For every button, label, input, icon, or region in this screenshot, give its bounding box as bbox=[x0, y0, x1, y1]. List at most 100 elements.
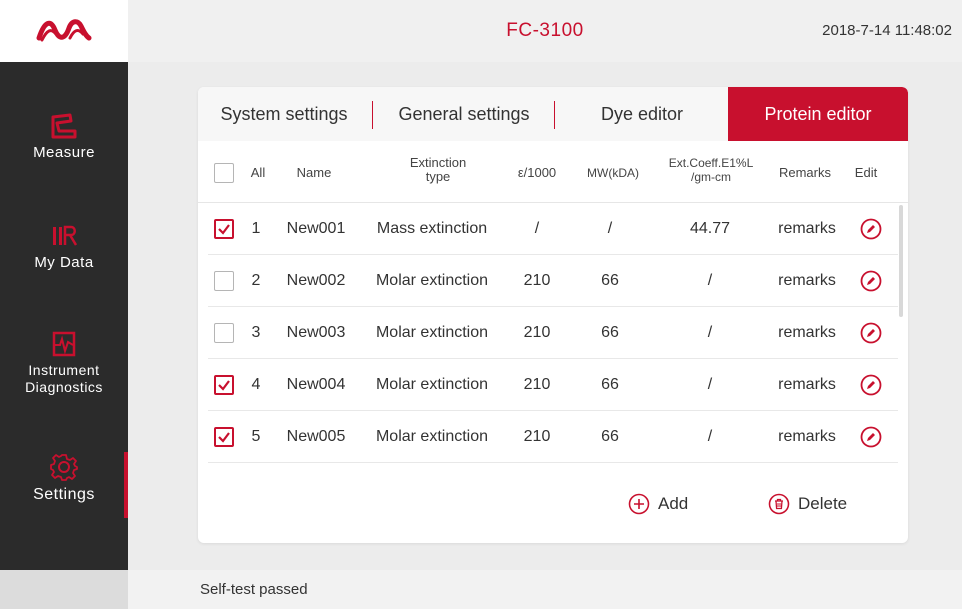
row-checkbox[interactable] bbox=[214, 271, 234, 291]
row-name: New001 bbox=[286, 220, 346, 237]
row-index: 2 bbox=[251, 272, 261, 289]
table-footer: Add Delete bbox=[198, 465, 908, 543]
row-type: Molar extinction bbox=[375, 324, 489, 341]
edit-icon[interactable] bbox=[860, 218, 882, 240]
edit-icon[interactable] bbox=[860, 322, 882, 344]
status-bar-left-block bbox=[0, 570, 128, 609]
my-data-icon bbox=[53, 225, 78, 246]
row-mw: 66 bbox=[601, 376, 619, 393]
brand-logo-icon bbox=[36, 19, 92, 42]
brand-logo bbox=[0, 0, 128, 62]
settings-panel: System settings General settings Dye edi… bbox=[198, 87, 908, 543]
header-edit: Edit bbox=[854, 165, 878, 180]
sidebar-item-diagnostics[interactable]: Instrument Diagnostics bbox=[0, 330, 128, 396]
add-label: Add bbox=[658, 494, 689, 513]
tab-protein-editor[interactable]: Protein editor bbox=[728, 87, 908, 141]
row-ext-coeff: 44.77 bbox=[689, 220, 731, 237]
sidebar-item-label: Measure bbox=[33, 144, 95, 161]
table-row[interactable]: 4 New004 Molar extinction 210 66 / remar… bbox=[208, 359, 898, 411]
table-row[interactable]: 3 New003 Molar extinction 210 66 / remar… bbox=[208, 307, 898, 359]
header-ext-coeff-line2: /gm-cm bbox=[691, 170, 731, 184]
edit-icon[interactable] bbox=[860, 426, 882, 448]
plus-circle-icon bbox=[628, 493, 650, 515]
row-remarks: remarks bbox=[778, 376, 836, 393]
tab-general-settings[interactable]: General settings bbox=[374, 87, 554, 141]
checkmark-icon bbox=[218, 380, 230, 391]
sidebar-item-label: Settings bbox=[33, 486, 95, 503]
row-epsilon: 210 bbox=[523, 324, 551, 341]
datetime: 2018-7-14 11:48:02 bbox=[822, 22, 952, 39]
row-checkbox[interactable] bbox=[214, 323, 234, 343]
row-name: New005 bbox=[286, 428, 346, 445]
add-button[interactable]: Add bbox=[628, 489, 688, 519]
row-mw: / bbox=[607, 220, 613, 237]
row-type: Molar extinction bbox=[375, 428, 489, 445]
tab-divider bbox=[554, 101, 555, 129]
sidebar-item-label: Instrument bbox=[28, 362, 100, 378]
header-ext-coeff: Ext.Coeff.E1%L /gm-cm bbox=[656, 156, 766, 184]
header-ext-coeff-line1: Ext.Coeff.E1%L bbox=[668, 156, 754, 170]
row-mw: 66 bbox=[601, 428, 619, 445]
gear-icon bbox=[50, 454, 78, 481]
tab-bar: System settings General settings Dye edi… bbox=[198, 87, 908, 141]
header-extinction-type-line1: Extinction bbox=[409, 155, 467, 170]
row-mw: 66 bbox=[601, 272, 619, 289]
table-row[interactable]: 5 New005 Molar extinction 210 66 / remar… bbox=[208, 411, 898, 463]
active-indicator bbox=[124, 452, 128, 518]
delete-label: Delete bbox=[798, 494, 848, 513]
checkmark-icon bbox=[218, 224, 230, 235]
row-name: New003 bbox=[286, 324, 346, 341]
row-remarks: remarks bbox=[778, 324, 836, 341]
trash-icon bbox=[768, 493, 790, 515]
header-all: All bbox=[250, 165, 266, 180]
row-epsilon: 210 bbox=[523, 376, 551, 393]
row-type: Molar extinction bbox=[375, 376, 489, 393]
row-ext-coeff: / bbox=[707, 272, 713, 289]
sidebar: Measure My Data Instrument Diagnostics S… bbox=[0, 62, 128, 570]
tab-system-settings[interactable]: System settings bbox=[198, 87, 370, 141]
row-ext-coeff: / bbox=[707, 428, 713, 445]
sidebar-item-label-line2: Diagnostics bbox=[25, 379, 103, 395]
sidebar-item-measure[interactable]: Measure bbox=[0, 112, 128, 161]
row-index: 3 bbox=[251, 324, 261, 341]
row-mw: 66 bbox=[601, 324, 619, 341]
table-row[interactable]: 2 New002 Molar extinction 210 66 / remar… bbox=[208, 255, 898, 307]
row-checkbox[interactable] bbox=[214, 219, 234, 239]
table-header: All Name Extinction type ε/1000 MW(kDA) … bbox=[198, 141, 908, 203]
header-name: Name bbox=[296, 165, 332, 180]
table-row[interactable]: 1 New001 Mass extinction / / 44.77 remar… bbox=[208, 203, 898, 255]
row-name: New002 bbox=[286, 272, 346, 289]
measure-icon bbox=[51, 113, 77, 139]
row-index: 1 bbox=[251, 220, 261, 237]
sidebar-item-label: My Data bbox=[34, 254, 94, 271]
tab-divider bbox=[372, 101, 373, 129]
row-remarks: remarks bbox=[778, 220, 836, 237]
edit-icon[interactable] bbox=[860, 374, 882, 396]
checkmark-icon bbox=[218, 432, 230, 443]
row-index: 4 bbox=[251, 376, 261, 393]
row-index: 5 bbox=[251, 428, 261, 445]
header-extinction-type-line2: type bbox=[425, 169, 451, 184]
row-remarks: remarks bbox=[778, 428, 836, 445]
row-checkbox[interactable] bbox=[214, 427, 234, 447]
sidebar-item-settings[interactable]: Settings bbox=[0, 452, 128, 503]
table-scrollbar[interactable] bbox=[899, 205, 903, 317]
row-type: Molar extinction bbox=[375, 272, 489, 289]
header-mw: MW(kDA) bbox=[587, 166, 639, 180]
edit-icon[interactable] bbox=[860, 270, 882, 292]
delete-button[interactable]: Delete bbox=[768, 489, 847, 519]
row-checkbox[interactable] bbox=[214, 375, 234, 395]
tab-dye-editor[interactable]: Dye editor bbox=[556, 87, 728, 141]
sidebar-item-my-data[interactable]: My Data bbox=[0, 222, 128, 271]
status-text: Self-test passed bbox=[200, 581, 308, 598]
row-epsilon: 210 bbox=[523, 428, 551, 445]
row-remarks: remarks bbox=[778, 272, 836, 289]
diagnostics-icon bbox=[52, 331, 76, 357]
row-epsilon: / bbox=[534, 220, 540, 237]
row-type: Mass extinction bbox=[376, 220, 488, 237]
row-epsilon: 210 bbox=[523, 272, 551, 289]
select-all-checkbox[interactable] bbox=[214, 163, 234, 183]
header-epsilon: ε/1000 bbox=[517, 165, 557, 180]
top-bar: FC-3100 2018-7-14 11:48:02 bbox=[0, 0, 962, 62]
status-bar: Self-test passed bbox=[0, 570, 962, 609]
